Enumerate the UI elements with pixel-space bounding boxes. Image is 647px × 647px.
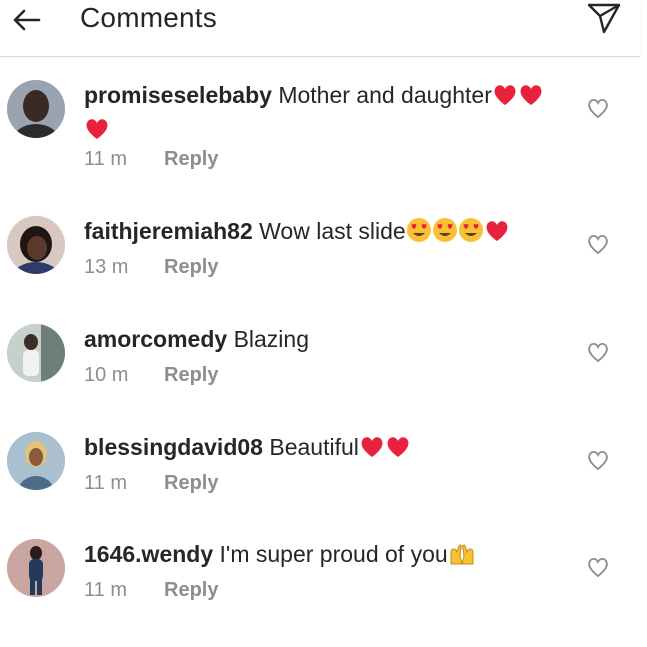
comment-time: 11 m [84,579,127,601]
comment-username[interactable]: promiseselebaby [84,82,272,108]
reply-button[interactable]: Reply [164,256,218,278]
heart-emoji-icon [518,83,544,114]
raised-hands-emoji-icon [448,542,476,573]
heart-emoji-icon [84,117,110,148]
comment-item: 1646.wendy I'm super proud of you 11 m Re… [0,539,640,647]
comment-username[interactable]: 1646.wendy [84,541,213,567]
comment-text: promiseselebaby Mother and daughter [84,80,564,148]
heart-outline-icon [588,98,608,119]
avatar[interactable] [7,80,65,138]
like-button[interactable] [585,96,611,120]
avatar[interactable] [7,324,65,382]
heart-outline-icon [588,234,608,255]
comment-username[interactable]: blessingdavid08 [84,434,263,460]
comment-body: Mother and daughter [278,82,492,108]
heart-emoji-icon [385,435,411,466]
comment-text: amorcomedy Blazing [84,324,564,354]
like-button[interactable] [585,448,611,472]
comment-item: amorcomedy Blazing 10 m Reply [0,324,640,432]
heart-emoji-icon [484,219,510,250]
reply-button[interactable]: Reply [164,579,218,601]
heart-eyes-emoji-icon [406,217,432,250]
comment-item: faithjeremiah82 Wow last slide 13 m Reply [0,216,640,324]
heart-outline-icon [588,450,608,471]
paper-plane-icon [587,3,621,34]
comment-body: Beautiful [269,434,359,460]
header-bar: Comments [0,0,640,57]
comment-text: faithjeremiah82 Wow last slide [84,216,564,250]
reply-button[interactable]: Reply [164,472,218,494]
comment-username[interactable]: amorcomedy [84,326,227,352]
heart-eyes-emoji-icon [458,217,484,250]
comment-body: I'm super proud of you [219,541,448,567]
like-button[interactable] [585,232,611,256]
comment-username[interactable]: faithjeremiah82 [84,218,253,244]
comment-time: 13 m [84,256,129,278]
avatar[interactable] [7,216,65,274]
comment-meta: 11 m Reply [84,472,218,495]
comment-body: Blazing [233,326,309,352]
reply-button[interactable]: Reply [164,148,218,170]
avatar[interactable] [7,432,65,490]
comment-item: promiseselebaby Mother and daughter 11 m… [0,80,640,188]
comment-text: blessingdavid08 Beautiful [84,432,564,466]
back-arrow-icon [13,9,41,31]
heart-outline-icon [588,342,608,363]
reply-button[interactable]: Reply [164,364,218,386]
comment-meta: 10 m Reply [84,364,218,387]
heart-emoji-icon [492,83,518,114]
back-button[interactable] [10,4,42,36]
avatar[interactable] [7,539,65,597]
share-button[interactable] [584,0,624,36]
page-title: Comments [80,2,217,33]
comment-time: 11 m [84,472,127,494]
comment-body: Wow last slide [259,218,406,244]
comment-meta: 11 m Reply [84,579,218,602]
heart-eyes-emoji-icon [432,217,458,250]
comment-meta: 13 m Reply [84,256,218,279]
comment-text: 1646.wendy I'm super proud of you [84,539,564,573]
heart-outline-icon [588,557,608,578]
like-button[interactable] [585,555,611,579]
comment-item: blessingdavid08 Beautiful 11 m Reply [0,432,640,540]
comment-time: 10 m [84,364,129,386]
comment-meta: 11 m Reply [84,148,218,171]
comment-time: 11 m [84,148,127,170]
like-button[interactable] [585,340,611,364]
heart-emoji-icon [359,435,385,466]
